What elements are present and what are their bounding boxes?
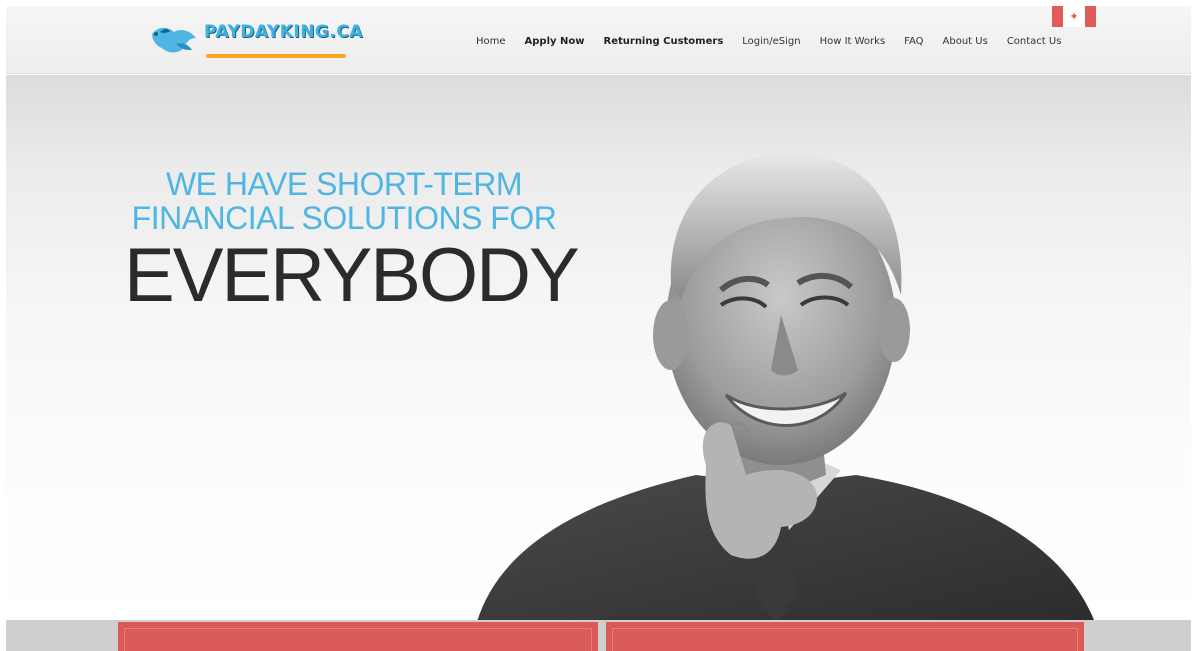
logo-bird-icon [152,27,196,53]
nav-login-esign[interactable]: Login/eSign [742,34,800,50]
main-nav: Home Apply Now Returning Customers Login… [476,34,1080,50]
nav-how-it-works[interactable]: How It Works [820,34,886,50]
nav-home[interactable]: Home [476,34,506,50]
nav-returning-customers[interactable]: Returning Customers [604,34,724,50]
site-header: PAYDAYKING.CA Home Apply Now Returning C… [6,6,1191,74]
logo-underline [206,54,346,58]
nav-contact-us[interactable]: Contact Us [1007,34,1062,50]
cta-panel-right[interactable] [606,622,1084,651]
nav-faq[interactable]: FAQ [904,34,923,50]
canada-flag-icon[interactable]: ✦ [1052,6,1096,27]
nav-about-us[interactable]: About Us [943,34,988,50]
cta-panel-left[interactable] [118,622,598,651]
logo-text: PAYDAYKING.CA [204,22,363,42]
page: PAYDAYKING.CA Home Apply Now Returning C… [6,6,1191,651]
hero-smiling-man-image [477,153,1095,621]
hero-banner: WE HAVE SHORT-TERM FINANCIAL SOLUTIONS F… [6,75,1191,621]
site-logo[interactable]: PAYDAYKING.CA [146,20,362,60]
nav-apply-now[interactable]: Apply Now [525,34,585,50]
